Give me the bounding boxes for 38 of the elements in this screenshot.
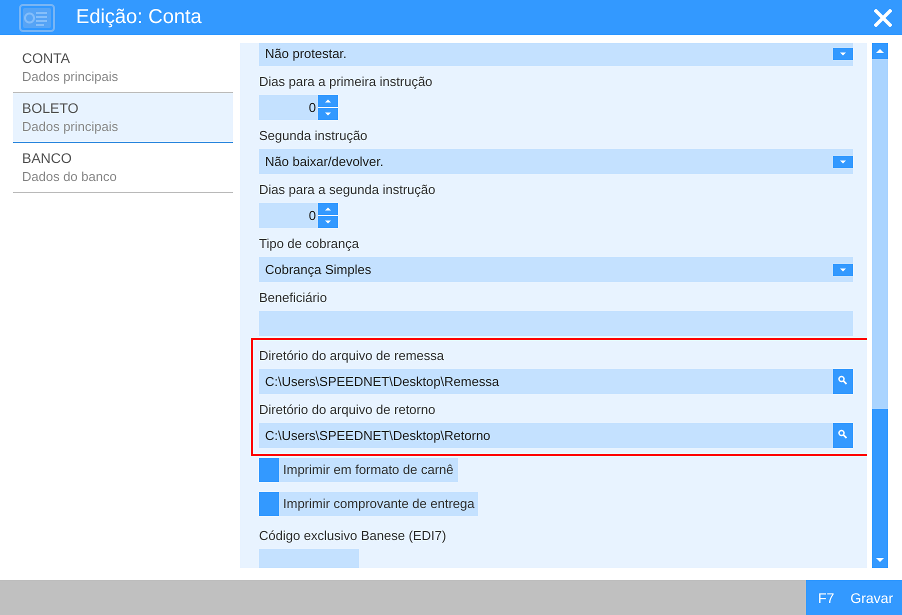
checkbox[interactable] — [259, 458, 279, 482]
checkbox-label[interactable]: Imprimir comprovante de entrega — [279, 492, 478, 516]
dropdown-caret-icon[interactable] — [833, 48, 853, 60]
field-label: Diretório do arquivo de retorno — [259, 401, 436, 419]
path-field[interactable]: C:\Users\SPEEDNET\Desktop\Remessa — [259, 369, 853, 394]
field-label: Código exclusivo Banese (EDI7) — [259, 527, 446, 545]
sidebar-item[interactable]: BOLETO Dados principais — [13, 93, 233, 143]
input-field[interactable] — [259, 311, 853, 336]
decrement-icon[interactable] — [318, 216, 338, 228]
scroll-thumb[interactable] — [872, 409, 888, 552]
dropdown-caret-icon[interactable] — [833, 264, 853, 276]
search-icon[interactable] — [833, 423, 853, 448]
window-title: Edição: Conta — [76, 6, 203, 29]
field-label: Segunda instrução — [259, 127, 368, 145]
increment-icon[interactable] — [318, 203, 338, 215]
field-label: Dias para a primeira instrução — [259, 73, 432, 91]
scroll-up-icon[interactable] — [872, 43, 888, 59]
field-label: Tipo de cobrança — [259, 235, 359, 253]
scrollbar[interactable] — [872, 43, 888, 568]
dropdown[interactable]: Não baixar/devolver. — [259, 149, 853, 174]
number-field[interactable]: 0 — [259, 95, 318, 120]
input-field[interactable] — [259, 549, 359, 568]
increment-icon[interactable] — [318, 95, 338, 107]
sidebar-item[interactable]: BANCO Dados do banco — [13, 143, 233, 193]
field-label: Dias para a segunda instrução — [259, 181, 436, 199]
checkbox-label[interactable]: Imprimir em formato de carnê — [279, 458, 458, 482]
close-icon[interactable] — [874, 8, 892, 26]
path-field[interactable]: C:\Users\SPEEDNET\Desktop\Retorno — [259, 423, 853, 448]
dropdown[interactable]: Não protestar. — [259, 43, 853, 66]
dropdown-caret-icon[interactable] — [833, 156, 853, 168]
dropdown[interactable]: Cobrança Simples — [259, 257, 853, 282]
checkbox[interactable] — [259, 492, 279, 516]
number-field[interactable]: 0 — [259, 203, 318, 228]
decrement-icon[interactable] — [318, 108, 338, 120]
field-label: Diretório do arquivo de remessa — [259, 347, 444, 365]
field-label: Beneficiário — [259, 289, 327, 307]
search-icon[interactable] — [833, 369, 853, 394]
scroll-down-icon[interactable] — [872, 552, 888, 568]
